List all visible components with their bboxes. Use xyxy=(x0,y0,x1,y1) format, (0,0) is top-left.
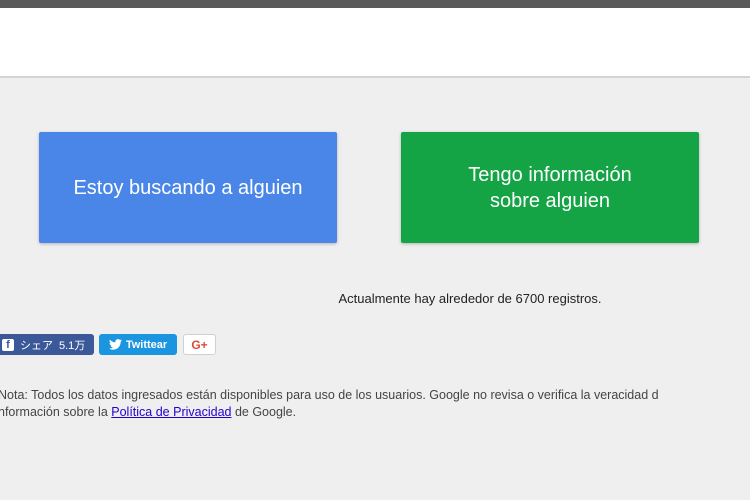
have-information-button[interactable]: Tengo información sobre alguien xyxy=(401,132,699,243)
looking-for-someone-label: Estoy buscando a alguien xyxy=(73,176,303,199)
disclaimer-line-2-suffix: de Google. xyxy=(231,405,297,419)
facebook-icon: f xyxy=(2,338,14,351)
records-count-text: Actualmente hay alrededor de 6700 regist… xyxy=(338,291,602,306)
browser-top-bar xyxy=(0,0,750,8)
disclaimer-line-1: Nota: Todos los datos ingresados están d… xyxy=(0,388,659,402)
twitter-tweet-label: Twittear xyxy=(125,338,168,351)
disclaimer-note: Nota: Todos los datos ingresados están d… xyxy=(0,387,750,421)
facebook-share-count: 5.1万 xyxy=(59,339,86,352)
google-plus-button[interactable]: G+ xyxy=(183,334,216,355)
have-information-label: Tengo información sobre alguien xyxy=(468,163,632,212)
google-plus-label: G+ xyxy=(191,337,208,352)
privacy-policy-link[interactable]: Política de Privacidad xyxy=(111,405,231,419)
disclaimer-line-2: nformación sobre la Política de Privacid… xyxy=(0,404,750,421)
looking-for-someone-button[interactable]: Estoy buscando a alguien xyxy=(39,132,337,243)
twitter-icon xyxy=(108,339,122,350)
facebook-share-label: シェア xyxy=(20,339,53,352)
twitter-tweet-button[interactable]: Twittear xyxy=(99,334,177,355)
facebook-share-button[interactable]: f シェア 5.1万 xyxy=(0,334,94,355)
page-header xyxy=(0,8,750,78)
disclaimer-line-2-prefix: nformación sobre la xyxy=(0,405,112,419)
